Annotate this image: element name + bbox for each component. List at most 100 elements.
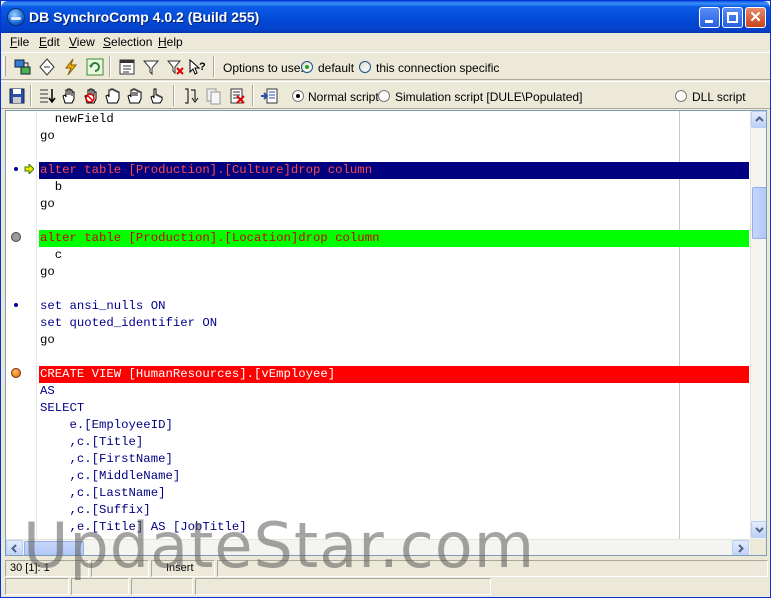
- context-help-button[interactable]: ?: [187, 57, 207, 77]
- scroll-down-button[interactable]: [751, 521, 766, 538]
- error-marker-icon[interactable]: [11, 368, 21, 378]
- menu-selection-accel: S: [103, 35, 112, 49]
- menu-edit-accel: E: [39, 35, 48, 49]
- sync-button[interactable]: [61, 57, 81, 77]
- hand-all-button[interactable]: [103, 86, 123, 106]
- database-connect-icon: [14, 59, 31, 75]
- chevron-up-icon: [755, 116, 764, 122]
- compare-button[interactable]: [37, 57, 57, 77]
- document-list-icon: [119, 59, 135, 75]
- object-list-button[interactable]: [117, 57, 137, 77]
- menu-view[interactable]: View: [67, 34, 97, 50]
- code-line: go: [40, 265, 55, 279]
- next-difference-button[interactable]: [181, 86, 201, 106]
- chevron-left-icon: [11, 544, 17, 553]
- close-icon: ✕: [749, 9, 762, 26]
- vertical-scrollbar[interactable]: [750, 111, 766, 539]
- simulation-script-radio[interactable]: [378, 90, 390, 102]
- execute-script-button[interactable]: [259, 86, 279, 106]
- current-line-arrow-icon: [24, 164, 34, 174]
- code-line: ,c.[FirstName]: [40, 452, 173, 466]
- hand-point-button[interactable]: [147, 86, 167, 106]
- normal-script-label[interactable]: Normal script: [308, 90, 379, 104]
- scroll-up-button[interactable]: [751, 111, 766, 128]
- toolbar-separator: [173, 85, 175, 106]
- title-bar[interactable]: DB SynchroComp 4.0.2 (Build 255) ✕: [1, 1, 770, 33]
- connect-button[interactable]: [13, 57, 33, 77]
- scroll-right-button[interactable]: [732, 540, 749, 555]
- menu-selection[interactable]: Selection: [101, 34, 154, 50]
- vertical-scroll-thumb[interactable]: [752, 187, 766, 239]
- options-label: Options to use:: [223, 61, 304, 75]
- scroll-left-button[interactable]: [6, 540, 23, 555]
- menu-view-accel: V: [69, 35, 77, 49]
- hand-select-icon: [127, 88, 142, 104]
- hand-icon: [62, 88, 75, 104]
- format-script-button[interactable]: [37, 86, 57, 106]
- option-connection-label[interactable]: this connection specific: [376, 61, 499, 75]
- code-line: b: [40, 180, 63, 194]
- code-area[interactable]: newField go alter table [Production].[Cu…: [39, 111, 749, 539]
- close-button[interactable]: ✕: [745, 7, 766, 28]
- toolbar-grip[interactable]: [3, 56, 6, 76]
- maximize-icon: [727, 12, 738, 23]
- copy-script-button[interactable]: [203, 86, 223, 106]
- minimize-button[interactable]: [699, 7, 720, 28]
- option-default-radio[interactable]: [301, 61, 313, 73]
- menu-file[interactable]: File: [8, 34, 31, 50]
- normal-script-radio[interactable]: [292, 90, 304, 102]
- option-connection-radio[interactable]: [359, 61, 371, 73]
- save-button[interactable]: [7, 86, 27, 106]
- code-line: go: [40, 197, 55, 211]
- hand-select-button[interactable]: [125, 86, 145, 106]
- editor-gutter[interactable]: [6, 111, 36, 539]
- filter-clear-icon: [166, 60, 184, 75]
- code-line: set quoted_identifier ON: [40, 316, 218, 330]
- code-line: newField: [40, 112, 114, 126]
- code-line: c: [40, 248, 63, 262]
- clear-filter-button[interactable]: [165, 57, 185, 77]
- hand-stop-button[interactable]: [81, 86, 101, 106]
- code-line-selected: alter table [Production].[Culture]drop c…: [39, 162, 749, 179]
- execute-document-icon: [261, 88, 278, 104]
- lightning-icon: [64, 58, 78, 76]
- menu-help-accel: H: [158, 35, 167, 49]
- menu-view-label: iew: [76, 35, 95, 49]
- diamond-compare-icon: [39, 58, 55, 76]
- simulation-script-label[interactable]: Simulation script [DULE\Populated]: [395, 90, 582, 104]
- code-line-highlighted-green: alter table [Production].[Location]drop …: [39, 230, 749, 247]
- hand-grab-icon: [105, 88, 120, 104]
- filter-icon: [142, 60, 160, 76]
- gutter-divider: [36, 111, 37, 539]
- dll-script-label[interactable]: DLL script: [692, 90, 746, 104]
- jump-brackets-icon: [185, 88, 199, 104]
- maximize-button[interactable]: [722, 7, 743, 28]
- script-editor[interactable]: newField go alter table [Production].[Cu…: [5, 110, 767, 556]
- code-line: ,c.[MiddleName]: [40, 469, 181, 483]
- line-marker-dot: [14, 167, 18, 171]
- app-database-icon[interactable]: [7, 8, 25, 26]
- text-lines-down-icon: [40, 89, 56, 104]
- document-copy-icon: [206, 88, 221, 105]
- code-line: ,c.[Title]: [40, 435, 144, 449]
- menu-help[interactable]: Help: [156, 34, 185, 50]
- menu-edit[interactable]: Edit: [37, 34, 62, 50]
- minimize-icon: [705, 20, 713, 23]
- watermark-text: UpdateStar.com: [23, 509, 536, 582]
- delete-script-button[interactable]: [227, 86, 247, 106]
- toolbar-separator: [252, 85, 254, 106]
- dll-script-radio[interactable]: [675, 90, 687, 102]
- code-line: ,c.[LastName]: [40, 486, 166, 500]
- filter-button[interactable]: [141, 57, 161, 77]
- refresh-button[interactable]: [85, 57, 105, 77]
- window-title: DB SynchroComp 4.0.2 (Build 255): [29, 9, 260, 25]
- option-default-label[interactable]: default: [318, 61, 354, 75]
- help-pointer-icon: ?: [189, 58, 206, 75]
- breakpoint-disabled-icon[interactable]: [11, 232, 21, 242]
- chevron-right-icon: [738, 544, 744, 553]
- hand-tool-button[interactable]: [59, 86, 79, 106]
- main-toolbar: ? Options to use: default this connectio…: [1, 52, 770, 80]
